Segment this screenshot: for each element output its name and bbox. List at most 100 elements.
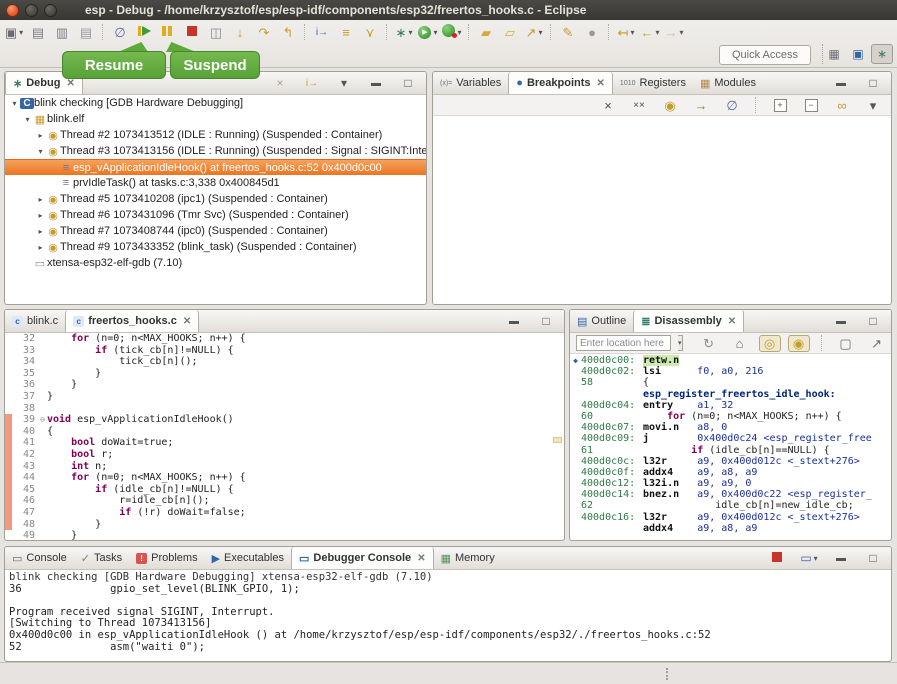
maximize-button[interactable]: □ bbox=[534, 311, 558, 331]
link-with-debug-button[interactable]: ∞ bbox=[830, 97, 854, 114]
instruction-stepping-mode-button[interactable]: i→ bbox=[300, 73, 324, 93]
expander-icon[interactable]: ▸ bbox=[35, 131, 46, 140]
back-button[interactable]: ←▾ bbox=[638, 22, 662, 42]
external-tools-button[interactable]: ↗▾ bbox=[522, 22, 546, 42]
tab-problems[interactable]: !Problems bbox=[129, 547, 204, 569]
debug-button[interactable]: ∗▾ bbox=[392, 22, 416, 42]
tree-row[interactable]: ▾Cblink checking [GDB Hardware Debugging… bbox=[5, 95, 426, 111]
expander-icon[interactable]: ▾ bbox=[22, 115, 33, 124]
disassembly-listing[interactable]: ◆400d0c00:retw.n400d0c02:lsi f0, a0, 216… bbox=[570, 354, 891, 534]
tree-row[interactable]: ▸◉Thread #5 1073410208 (ipc1) (Suspended… bbox=[5, 191, 426, 207]
window-close-button[interactable] bbox=[6, 4, 19, 17]
step-return-button[interactable]: ↰ bbox=[276, 22, 300, 42]
pin-button[interactable]: ↗ bbox=[865, 335, 889, 352]
close-icon[interactable]: ✕ bbox=[597, 78, 605, 89]
instruction-stepping-button[interactable]: i→ bbox=[310, 22, 334, 42]
go-to-file-button[interactable]: → bbox=[689, 97, 713, 114]
tab-outline[interactable]: ▤Outline bbox=[570, 310, 633, 332]
tab-breakpoints[interactable]: ●Breakpoints✕ bbox=[508, 72, 613, 94]
remove-all-breakpoints-button[interactable]: ×× bbox=[627, 97, 651, 114]
save-all-button[interactable]: ▥ bbox=[50, 22, 74, 42]
minimize-button[interactable]: ▬ bbox=[364, 73, 388, 93]
open-new-view-button[interactable]: ▢ bbox=[834, 335, 858, 352]
close-icon[interactable]: ✕ bbox=[66, 78, 74, 89]
expander-icon[interactable]: ▸ bbox=[35, 227, 46, 236]
skip-all-breakpoints-button[interactable]: ∅ bbox=[108, 22, 132, 42]
tab-blink-c[interactable]: cblink.c bbox=[5, 310, 65, 332]
forward-button[interactable]: →▾ bbox=[662, 22, 686, 42]
expander-icon[interactable]: ▸ bbox=[35, 195, 46, 204]
window-minimize-button[interactable] bbox=[25, 4, 38, 17]
tab-executables[interactable]: ▶Executables bbox=[205, 547, 291, 569]
close-icon[interactable]: ✕ bbox=[183, 316, 191, 327]
console-output[interactable]: blink checking [GDB Hardware Debugging] … bbox=[5, 570, 891, 655]
cpp-perspective-button[interactable]: ▣ bbox=[847, 44, 869, 64]
tab-disassembly[interactable]: ≣Disassembly✕ bbox=[633, 310, 744, 332]
last-edit-location-button[interactable]: ↤▾ bbox=[614, 22, 638, 42]
tab-tasks[interactable]: ✓Tasks bbox=[74, 547, 129, 569]
step-over-button[interactable]: ↷ bbox=[252, 22, 276, 42]
tree-row[interactable]: ▸◉Thread #6 1073431096 (Tmr Svc) (Suspen… bbox=[5, 207, 426, 223]
tab-freertos-hooks-c[interactable]: cfreertos_hooks.c✕ bbox=[65, 310, 199, 332]
suspend-button[interactable] bbox=[156, 22, 180, 42]
print-button[interactable]: ▤ bbox=[74, 22, 98, 42]
remove-all-terminated-button[interactable]: × bbox=[268, 73, 292, 93]
home-button[interactable]: ⌂ bbox=[728, 335, 752, 352]
new-folder-button[interactable]: ▰ bbox=[474, 22, 498, 42]
location-dropdown-icon[interactable]: ▾ bbox=[678, 335, 683, 351]
tree-row[interactable]: ▭xtensa-esp32-elf-gdb (7.10) bbox=[5, 255, 426, 271]
tab-console[interactable]: ▭Console bbox=[5, 547, 74, 569]
code-editor[interactable]: 32 for (n=0; n<MAX_HOOKS; n++) {33 if (t… bbox=[5, 333, 564, 541]
expander-icon[interactable]: ▸ bbox=[35, 243, 46, 252]
expander-icon[interactable]: ▸ bbox=[35, 211, 46, 220]
drop-to-frame-button[interactable]: ≡ bbox=[334, 22, 358, 42]
tab-debugger-console[interactable]: ▭Debugger Console✕ bbox=[291, 547, 434, 569]
maximize-button[interactable]: □ bbox=[861, 73, 885, 93]
display-selected-console-button[interactable]: ▭▾ bbox=[797, 548, 821, 568]
open-folder-button[interactable]: ▱ bbox=[498, 22, 522, 42]
debug-perspective-button[interactable]: ∗ bbox=[871, 44, 893, 64]
run-button[interactable]: ▶▾ bbox=[416, 22, 440, 42]
profile-button[interactable]: ▾ bbox=[440, 22, 464, 42]
show-supported-breakpoints-button[interactable]: ◉ bbox=[658, 97, 682, 114]
new-wizard-button[interactable]: ▣▾ bbox=[2, 22, 26, 42]
tree-row[interactable]: ▸◉Thread #9 1073433352 (blink_task) (Sus… bbox=[5, 239, 426, 255]
maximize-button[interactable]: □ bbox=[861, 548, 885, 568]
remove-breakpoint-button[interactable]: × bbox=[596, 97, 620, 114]
view-menu-button[interactable]: ▾ bbox=[332, 73, 356, 93]
close-icon[interactable]: ✕ bbox=[417, 553, 425, 564]
tree-row[interactable]: ▾▦blink.elf bbox=[5, 111, 426, 127]
fold-marker-icon[interactable]: ⊖ bbox=[38, 414, 47, 426]
tree-row[interactable]: ≡esp_vApplicationIdleHook() at freertos_… bbox=[5, 159, 426, 175]
minimize-button[interactable]: ▬ bbox=[829, 548, 853, 568]
tree-row[interactable]: ▸◉Thread #7 1073408744 (ipc0) (Suspended… bbox=[5, 223, 426, 239]
minimize-button[interactable]: ▬ bbox=[502, 311, 526, 331]
maximize-button[interactable]: □ bbox=[396, 73, 420, 93]
tab-memory[interactable]: ▦Memory bbox=[434, 547, 502, 569]
tab-registers[interactable]: 1010Registers bbox=[613, 72, 693, 94]
sync-with-active-frame-button[interactable]: ◉ bbox=[788, 335, 810, 352]
location-input[interactable] bbox=[576, 335, 671, 351]
tree-row[interactable]: ▾◉Thread #3 1073413156 (IDLE : Running) … bbox=[5, 143, 426, 159]
save-button[interactable]: ▤ bbox=[26, 22, 50, 42]
annotation-ball-button[interactable]: ● bbox=[580, 22, 604, 42]
expand-all-button[interactable]: + bbox=[768, 97, 792, 114]
open-perspective-button[interactable]: ▦ bbox=[823, 44, 845, 64]
close-icon[interactable]: ✕ bbox=[728, 316, 736, 327]
minimize-button[interactable]: ▬ bbox=[829, 73, 853, 93]
quick-access-button[interactable]: Quick Access bbox=[719, 45, 811, 65]
disconnect-button[interactable]: ◫ bbox=[204, 22, 228, 42]
skip-all-button[interactable]: ∅ bbox=[720, 97, 744, 114]
step-into-button[interactable]: ↓ bbox=[228, 22, 252, 42]
expander-icon[interactable]: ▾ bbox=[9, 99, 20, 108]
resume-button[interactable] bbox=[132, 22, 156, 42]
tab-modules[interactable]: ▦Modules bbox=[693, 72, 763, 94]
refresh-button[interactable]: ↻ bbox=[697, 335, 721, 352]
tab-variables[interactable]: (x)=Variables bbox=[433, 72, 508, 94]
minimize-button[interactable]: ▬ bbox=[829, 311, 853, 331]
view-menu-button[interactable]: ▾ bbox=[861, 97, 885, 114]
status-bar-handle[interactable] bbox=[666, 668, 668, 680]
collapse-all-button[interactable]: − bbox=[799, 97, 823, 114]
terminate-button[interactable] bbox=[180, 22, 204, 42]
window-maximize-button[interactable] bbox=[44, 4, 57, 17]
